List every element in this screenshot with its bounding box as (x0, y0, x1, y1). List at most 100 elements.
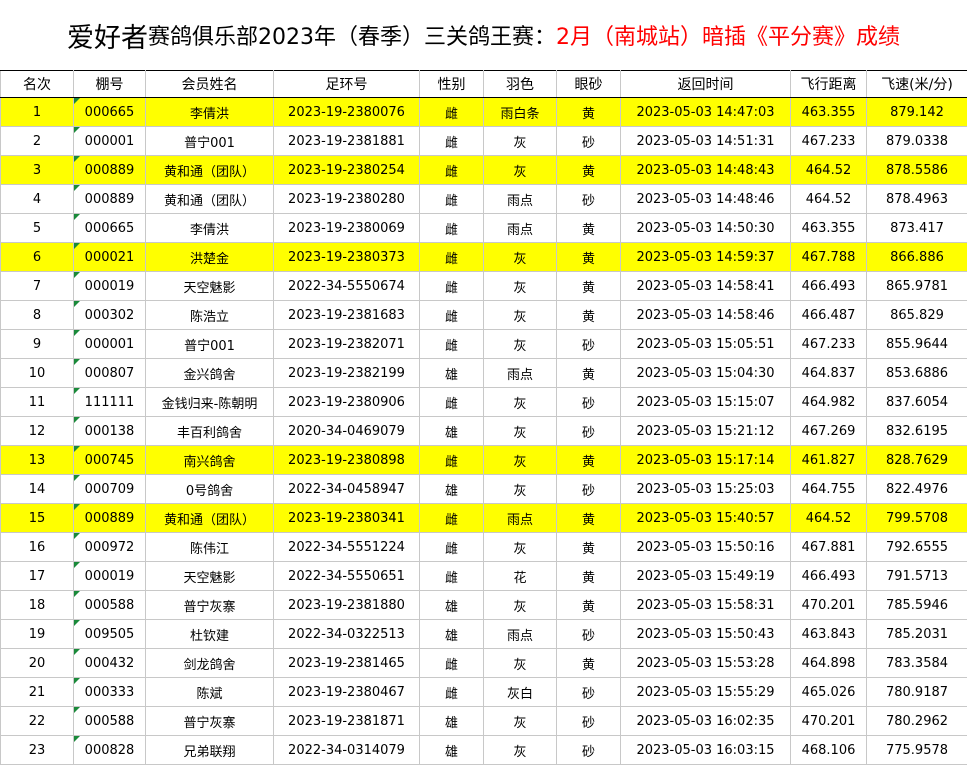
cell-shed[interactable]: 000138 (74, 417, 146, 446)
cell-distance[interactable]: 464.837 (791, 359, 867, 388)
header-sex[interactable]: 性别 (420, 71, 484, 98)
cell-feather-color[interactable]: 灰 (484, 330, 557, 359)
cell-return-time[interactable]: 2023-05-03 14:51:31 (621, 127, 791, 156)
cell-eye-sand[interactable]: 黄 (557, 272, 621, 301)
cell-sex[interactable]: 雄 (420, 417, 484, 446)
cell-return-time[interactable]: 2023-05-03 15:55:29 (621, 678, 791, 707)
cell-eye-sand[interactable]: 黄 (557, 156, 621, 185)
cell-distance[interactable]: 467.269 (791, 417, 867, 446)
cell-member-name[interactable]: 天空魅影 (146, 562, 274, 591)
cell-shed[interactable]: 000889 (74, 156, 146, 185)
cell-shed[interactable]: 000745 (74, 446, 146, 475)
cell-return-time[interactable]: 2023-05-03 14:48:46 (621, 185, 791, 214)
cell-feather-color[interactable]: 灰 (484, 156, 557, 185)
cell-sex[interactable]: 雌 (420, 330, 484, 359)
cell-member-name[interactable]: 丰百利鸽舍 (146, 417, 274, 446)
cell-distance[interactable]: 467.233 (791, 127, 867, 156)
cell-ring-number[interactable]: 2023-19-2380898 (274, 446, 420, 475)
cell-eye-sand[interactable]: 黄 (557, 243, 621, 272)
cell-ring-number[interactable]: 2022-34-5550674 (274, 272, 420, 301)
cell-shed[interactable]: 000807 (74, 359, 146, 388)
cell-rank[interactable]: 9 (1, 330, 74, 359)
header-shed[interactable]: 棚号 (74, 71, 146, 98)
cell-feather-color[interactable]: 雨点 (484, 504, 557, 533)
cell-feather-color[interactable]: 灰 (484, 243, 557, 272)
cell-member-name[interactable]: 李倩洪 (146, 98, 274, 127)
cell-feather-color[interactable]: 灰 (484, 591, 557, 620)
cell-sex[interactable]: 雌 (420, 301, 484, 330)
cell-member-name[interactable]: 普宁001 (146, 330, 274, 359)
cell-feather-color[interactable]: 雨白条 (484, 98, 557, 127)
cell-speed[interactable]: 879.0338 (867, 127, 967, 156)
cell-sex[interactable]: 雌 (420, 156, 484, 185)
cell-return-time[interactable]: 2023-05-03 14:59:37 (621, 243, 791, 272)
cell-ring-number[interactable]: 2023-19-2381880 (274, 591, 420, 620)
cell-feather-color[interactable]: 雨点 (484, 359, 557, 388)
cell-return-time[interactable]: 2023-05-03 15:05:51 (621, 330, 791, 359)
cell-rank[interactable]: 4 (1, 185, 74, 214)
cell-member-name[interactable]: 杜钦建 (146, 620, 274, 649)
cell-shed[interactable]: 009505 (74, 620, 146, 649)
cell-distance[interactable]: 466.493 (791, 272, 867, 301)
cell-sex[interactable]: 雄 (420, 736, 484, 765)
cell-feather-color[interactable]: 雨点 (484, 620, 557, 649)
cell-eye-sand[interactable]: 黄 (557, 446, 621, 475)
cell-shed[interactable]: 000019 (74, 562, 146, 591)
cell-eye-sand[interactable]: 黄 (557, 562, 621, 591)
cell-member-name[interactable]: 李倩洪 (146, 214, 274, 243)
cell-shed[interactable]: 000432 (74, 649, 146, 678)
cell-rank[interactable]: 12 (1, 417, 74, 446)
cell-speed[interactable]: 873.417 (867, 214, 967, 243)
cell-rank[interactable]: 14 (1, 475, 74, 504)
header-speed[interactable]: 飞速(米/分) (867, 71, 967, 98)
cell-speed[interactable]: 866.886 (867, 243, 967, 272)
cell-ring-number[interactable]: 2022-34-0322513 (274, 620, 420, 649)
cell-shed[interactable]: 000665 (74, 214, 146, 243)
cell-rank[interactable]: 2 (1, 127, 74, 156)
cell-distance[interactable]: 464.755 (791, 475, 867, 504)
cell-member-name[interactable]: 天空魅影 (146, 272, 274, 301)
cell-return-time[interactable]: 2023-05-03 15:58:31 (621, 591, 791, 620)
cell-shed[interactable]: 000588 (74, 591, 146, 620)
cell-return-time[interactable]: 2023-05-03 15:25:03 (621, 475, 791, 504)
cell-rank[interactable]: 21 (1, 678, 74, 707)
cell-feather-color[interactable]: 灰 (484, 533, 557, 562)
header-rank[interactable]: 名次 (1, 71, 74, 98)
cell-return-time[interactable]: 2023-05-03 15:53:28 (621, 649, 791, 678)
cell-member-name[interactable]: 陈斌 (146, 678, 274, 707)
cell-rank[interactable]: 13 (1, 446, 74, 475)
cell-return-time[interactable]: 2023-05-03 14:48:43 (621, 156, 791, 185)
cell-distance[interactable]: 464.898 (791, 649, 867, 678)
cell-speed[interactable]: 855.9644 (867, 330, 967, 359)
cell-eye-sand[interactable]: 黄 (557, 533, 621, 562)
cell-rank[interactable]: 5 (1, 214, 74, 243)
cell-ring-number[interactable]: 2023-19-2380906 (274, 388, 420, 417)
cell-distance[interactable]: 466.487 (791, 301, 867, 330)
cell-rank[interactable]: 23 (1, 736, 74, 765)
cell-return-time[interactable]: 2023-05-03 15:50:16 (621, 533, 791, 562)
cell-feather-color[interactable]: 灰 (484, 446, 557, 475)
cell-eye-sand[interactable]: 砂 (557, 127, 621, 156)
cell-sex[interactable]: 雌 (420, 243, 484, 272)
cell-eye-sand[interactable]: 黄 (557, 214, 621, 243)
cell-sex[interactable]: 雌 (420, 185, 484, 214)
cell-sex[interactable]: 雄 (420, 359, 484, 388)
cell-rank[interactable]: 16 (1, 533, 74, 562)
cell-distance[interactable]: 466.493 (791, 562, 867, 591)
cell-feather-color[interactable]: 灰 (484, 475, 557, 504)
cell-rank[interactable]: 3 (1, 156, 74, 185)
cell-member-name[interactable]: 普宁灰寨 (146, 591, 274, 620)
cell-shed[interactable]: 000665 (74, 98, 146, 127)
cell-speed[interactable]: 783.3584 (867, 649, 967, 678)
cell-speed[interactable]: 791.5713 (867, 562, 967, 591)
cell-eye-sand[interactable]: 黄 (557, 591, 621, 620)
cell-ring-number[interactable]: 2023-19-2381465 (274, 649, 420, 678)
cell-feather-color[interactable]: 雨点 (484, 214, 557, 243)
cell-speed[interactable]: 865.9781 (867, 272, 967, 301)
cell-speed[interactable]: 878.4963 (867, 185, 967, 214)
cell-shed[interactable]: 000019 (74, 272, 146, 301)
cell-feather-color[interactable]: 灰 (484, 417, 557, 446)
cell-member-name[interactable]: 兄弟联翔 (146, 736, 274, 765)
cell-return-time[interactable]: 2023-05-03 15:17:14 (621, 446, 791, 475)
cell-sex[interactable]: 雌 (420, 533, 484, 562)
